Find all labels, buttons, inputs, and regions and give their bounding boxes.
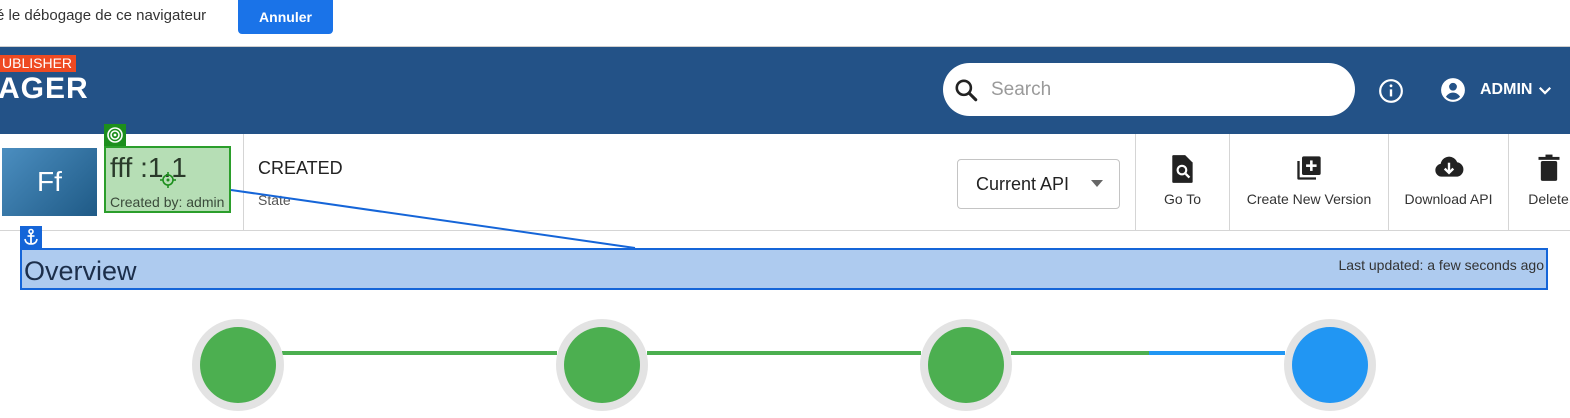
anchor-icon bbox=[20, 226, 42, 248]
lifecycle-step[interactable] bbox=[920, 319, 1012, 411]
lifecycle-stepper bbox=[192, 319, 1376, 411]
overview-title: Overview bbox=[24, 256, 137, 286]
overview-header: Overview Last updated: a few seconds ago bbox=[20, 248, 1548, 290]
lifecycle-step[interactable] bbox=[1284, 319, 1376, 411]
lifecycle-step[interactable] bbox=[556, 319, 648, 411]
last-updated-text: Last updated: a few seconds ago bbox=[1338, 257, 1544, 273]
lifecycle-step[interactable] bbox=[192, 319, 284, 411]
overview-content bbox=[22, 291, 1546, 418]
